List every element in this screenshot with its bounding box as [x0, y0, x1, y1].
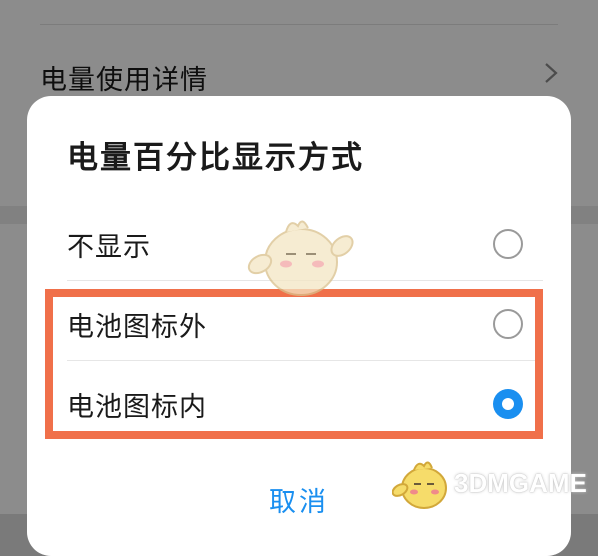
option-label: 不显示 — [67, 232, 151, 263]
watermark-text: 3DMGAME — [454, 468, 587, 498]
watermark-logo: 3DMGAME — [392, 456, 592, 512]
mascot-icon — [392, 461, 447, 509]
dialog-title: 电量百分比显示方式 — [67, 140, 364, 176]
mascot-icon — [247, 220, 354, 296]
highlight-box — [45, 289, 543, 439]
radio-button[interactable] — [493, 229, 523, 259]
